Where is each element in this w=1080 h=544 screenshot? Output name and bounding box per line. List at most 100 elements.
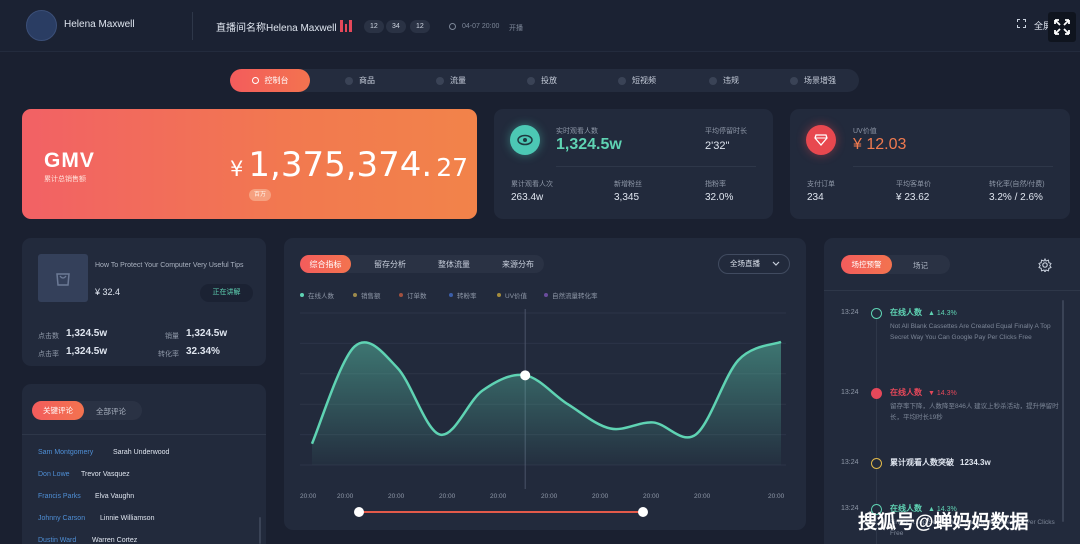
tab-source[interactable]: 来源分布	[492, 255, 544, 273]
stat-label: 指粉率	[705, 181, 726, 188]
stat-value: 3.2% / 2.6%	[989, 192, 1043, 203]
counter-badge: 12	[364, 20, 384, 33]
tab-alerts[interactable]: 场控预警	[841, 255, 892, 274]
gmv-title: GMV	[44, 149, 95, 172]
scrollbar[interactable]	[1062, 300, 1064, 522]
expand-button[interactable]	[1048, 12, 1076, 42]
comment-user[interactable]: Don Lowe	[38, 471, 70, 478]
diamond-icon	[806, 125, 836, 155]
uv-value: ¥ 12.03	[853, 136, 907, 153]
tab-traffic[interactable]: 流量	[436, 69, 466, 92]
tab-dot-icon	[251, 77, 259, 84]
avatar[interactable]	[26, 10, 57, 41]
stay-label: 平均停留时长	[705, 128, 747, 135]
legend-item[interactable]: UV价值	[497, 290, 527, 300]
stat-value: 32.0%	[705, 192, 734, 203]
legend-item[interactable]: 自然流量转化率	[544, 290, 598, 300]
tab-log[interactable]: 场记	[913, 260, 928, 271]
stat-value: 32.34%	[186, 346, 220, 357]
tab-ads[interactable]: 投放	[527, 69, 557, 92]
stat-value: 234	[807, 192, 824, 203]
tab-dot-icon	[709, 76, 717, 85]
x-tick-label: 20:00	[643, 493, 660, 500]
product-price: ¥ 32.4	[95, 287, 121, 297]
comment-user[interactable]: Johnny Carson	[38, 515, 85, 522]
header-divider	[192, 12, 193, 40]
range-slider-handle-end[interactable]	[638, 507, 648, 517]
scope-dropdown[interactable]: 全场直播	[718, 254, 790, 274]
stat-value: 263.4w	[511, 192, 544, 203]
x-tick-label: 20:00	[768, 493, 785, 500]
room-name: 直播间名称Helena Maxwell	[216, 23, 337, 34]
live-bars-icon	[340, 20, 354, 32]
tab-traffic-overall[interactable]: 整体流量	[428, 255, 480, 273]
tab-overall-metrics[interactable]: 综合指标	[300, 255, 351, 273]
gear-icon[interactable]	[1038, 258, 1052, 272]
x-tick-label: 20:00	[388, 493, 405, 500]
alert-title: 在线人数 ▼ 14.3%	[890, 387, 957, 398]
currency-symbol: ¥	[230, 157, 244, 181]
gmv-integer: 1,375,374.	[248, 145, 433, 185]
tab-short-video[interactable]: 短视频	[618, 69, 656, 92]
expand-icon	[1054, 19, 1070, 35]
counter-badge: 34	[386, 20, 406, 33]
alert-description: 留存率下降，人数降至846人 建议上秒杀活动，提升停留时长，平均时长19秒	[890, 403, 1059, 421]
comment-user[interactable]: Sam Montgomery	[38, 449, 93, 456]
alert-check-icon	[871, 308, 882, 319]
legend-item[interactable]: 在线人数	[300, 290, 334, 300]
highlight-point[interactable]	[520, 370, 531, 381]
legend-item[interactable]: 销售额	[353, 290, 381, 300]
counter-badge: 12	[410, 20, 430, 33]
alert-check-icon	[871, 458, 882, 469]
alert-time: 13:24	[841, 309, 859, 316]
divider	[853, 166, 1053, 167]
comment-user[interactable]: Dustin Ward	[38, 537, 76, 544]
alert-time: 13:24	[841, 505, 859, 512]
alert-delta: 1234.3w	[960, 458, 991, 467]
stat-label: 转化率	[158, 351, 179, 358]
tab-products[interactable]: 商品	[345, 69, 375, 92]
tab-all-comments[interactable]: 全部评论	[96, 406, 126, 417]
series-area	[312, 341, 781, 465]
stay-value: 2'32"	[705, 140, 730, 152]
range-slider-handle-start[interactable]	[354, 507, 364, 517]
stat-label: 点击率	[38, 351, 59, 358]
tab-label: 违规	[723, 76, 739, 85]
tab-key-comments[interactable]: 关键评论	[32, 401, 84, 420]
comment-user[interactable]: Francis Parks	[38, 493, 81, 500]
tab-scene-boost[interactable]: 场景增强	[790, 69, 836, 92]
legend-dot-icon	[300, 293, 304, 297]
alert-time: 13:24	[841, 459, 859, 466]
broadcast-status: 开播	[509, 25, 523, 32]
legend-dot-icon	[399, 293, 403, 297]
stat-label: 新增粉丝	[614, 181, 642, 188]
tab-console[interactable]: 控制台	[230, 69, 310, 92]
tab-violations[interactable]: 违规	[709, 69, 739, 92]
divider	[556, 166, 756, 167]
stat-label: 累计观看人次	[511, 181, 553, 188]
gmv-value: ¥1,375,374. 27	[230, 145, 468, 185]
explaining-badge: 正在讲解	[200, 284, 253, 302]
legend-item[interactable]: 转粉率	[449, 290, 477, 300]
clock-icon	[449, 23, 456, 30]
legend-item[interactable]: 订单数	[399, 290, 427, 300]
watermark-text: 搜狐号@蝉妈妈数据	[858, 512, 1029, 533]
legend-dot-icon	[544, 293, 548, 297]
x-tick-label: 20:00	[337, 493, 354, 500]
fullscreen-icon[interactable]	[1017, 19, 1026, 28]
product-image[interactable]	[38, 254, 88, 302]
alert-time: 13:24	[841, 389, 859, 396]
legend-dot-icon	[497, 293, 501, 297]
tab-label: 流量	[450, 76, 466, 85]
tab-dot-icon	[618, 76, 626, 85]
comment-text: Warren Cortez	[92, 537, 138, 544]
top-bar	[0, 0, 1080, 52]
range-slider-track[interactable]	[359, 511, 644, 513]
alert-title-text: 在线人数	[890, 308, 922, 317]
x-tick-label: 20:00	[439, 493, 456, 500]
divider	[824, 290, 1080, 291]
tab-label: 场景增强	[804, 76, 836, 85]
tab-retention[interactable]: 留存分析	[364, 255, 416, 273]
scrollbar[interactable]	[259, 517, 261, 544]
alert-title-text: 累计观看人数突破	[890, 458, 954, 467]
